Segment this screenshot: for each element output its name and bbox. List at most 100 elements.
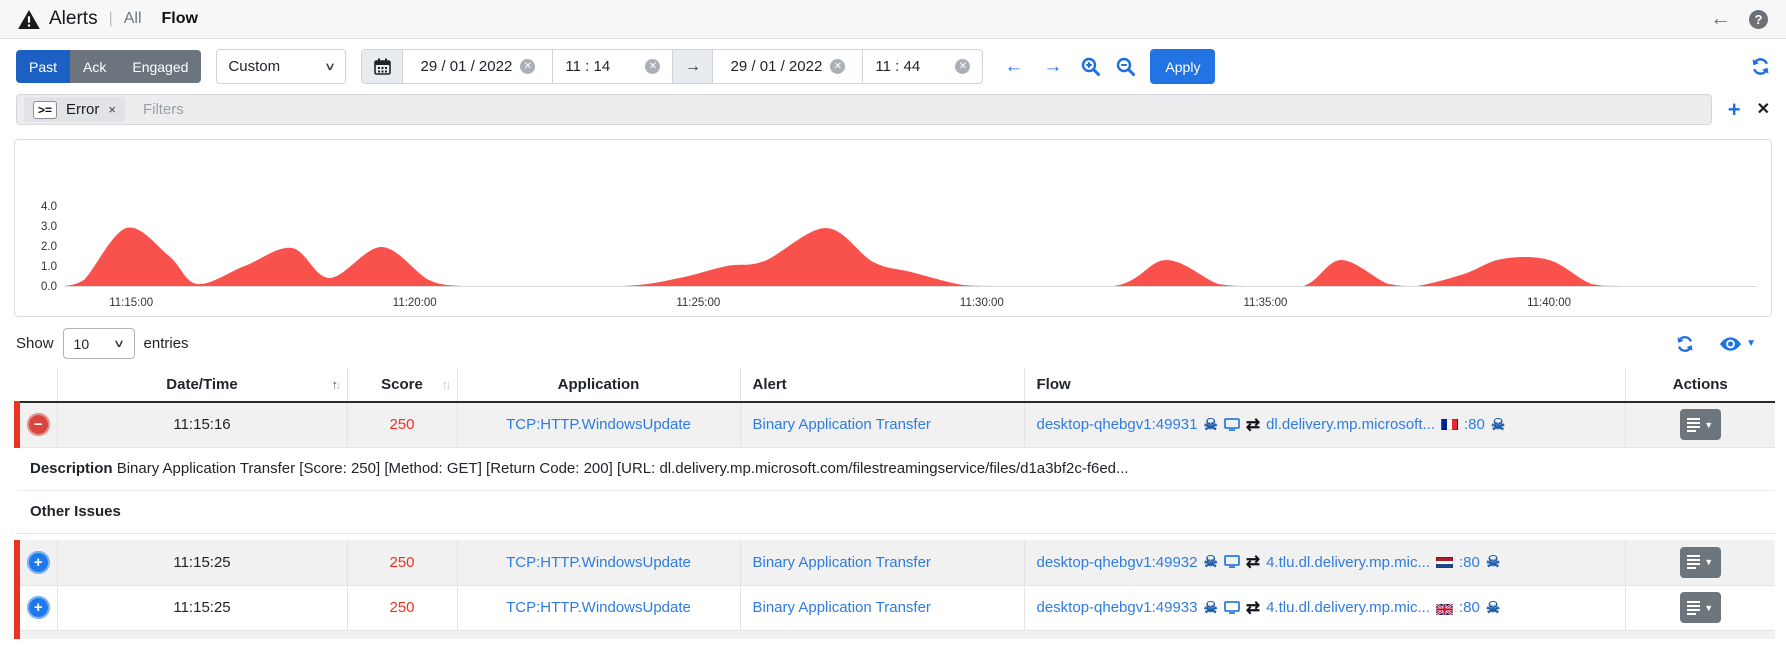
description-label: Description [30, 460, 113, 477]
filter-chip-error[interactable]: >= Error × [24, 97, 125, 122]
time-to-input[interactable]: 11 : 44 ✕ [862, 50, 982, 83]
clear-date-to-icon[interactable]: ✕ [830, 59, 846, 74]
page-title: Alerts [49, 8, 98, 29]
flow-cell: desktop-qhebgv1:49931 ☠ ⇄ dl.delivery.mp… [1037, 415, 1619, 435]
top-bar: Alerts | All Flow ← ? [0, 0, 1786, 39]
segment-ack[interactable]: Ack [70, 50, 120, 83]
filter-chip-remove-icon[interactable]: × [108, 102, 116, 117]
shift-range-forward-icon[interactable]: → [1043, 56, 1062, 78]
shift-range-back-icon[interactable]: ← [1004, 56, 1023, 78]
nav-tab-flow[interactable]: Flow [162, 10, 198, 28]
spacer-row [17, 533, 1775, 540]
apply-button[interactable]: Apply [1150, 49, 1216, 84]
application-link[interactable]: TCP:HTTP.WindowsUpdate [506, 554, 691, 571]
caret-down-icon: ▼ [1704, 557, 1714, 568]
eye-icon [1720, 336, 1742, 351]
host-monitor-icon [1223, 555, 1240, 569]
flow-port-link[interactable]: :80 [1464, 416, 1485, 433]
description-row: Description Binary Application Transfer … [17, 447, 1775, 491]
host-monitor-icon [1223, 600, 1240, 614]
expander-column-header [17, 368, 57, 403]
exchange-arrows-icon: ⇄ [1245, 414, 1261, 434]
segment-past[interactable]: Past [16, 50, 71, 83]
clear-date-from-icon[interactable]: ✕ [520, 59, 536, 74]
expand-row-icon[interactable]: + [26, 596, 50, 619]
flow-destination-link[interactable]: dl.delivery.mp.microsoft... [1266, 416, 1435, 433]
collapse-row-icon[interactable]: − [26, 413, 50, 437]
zoom-out-icon[interactable] [1116, 57, 1136, 76]
calendar-button[interactable] [362, 50, 403, 83]
column-header-datetime[interactable]: Date/Time ↑↓ [56, 368, 347, 403]
alert-state-segments: Past Ack Engaged [16, 50, 202, 83]
application-link[interactable]: TCP:HTTP.WindowsUpdate [506, 599, 691, 616]
alerts-timeline-chart[interactable]: 0.0 1.0 2.0 3.0 4.0 11:15:00 11:20:00 11:25:00 1… [15, 140, 1771, 316]
application-link[interactable]: TCP:HTTP.WindowsUpdate [506, 416, 691, 433]
flow-cell: desktop-qhebgv1:49932 ☠ ⇄ 4.tlu.dl.deliv… [1037, 552, 1619, 572]
table-row: + 11:15:25 250 TCP:HTTP.WindowsUpdate Bi… [14, 540, 1775, 586]
svg-text:11:15:00: 11:15:00 [109, 297, 153, 309]
table-refresh-icon[interactable] [1676, 335, 1694, 353]
help-icon[interactable]: ? [1749, 9, 1768, 29]
threat-skull-icon: ☠ [1485, 554, 1501, 572]
entries-label: entries [143, 335, 189, 352]
clear-time-to-icon[interactable]: ✕ [955, 59, 971, 74]
back-arrow-icon[interactable]: ← [1710, 7, 1731, 31]
show-label: Show [16, 335, 54, 352]
alert-link[interactable]: Binary Application Transfer [753, 416, 931, 433]
time-from-input[interactable]: 11 : 14 ✕ [552, 50, 672, 83]
date-to-input[interactable]: 29 / 01 / 2022 ✕ [712, 50, 862, 83]
expand-row-icon[interactable]: + [26, 550, 50, 574]
flow-destination-link[interactable]: 4.tlu.dl.delivery.mp.mic... [1266, 599, 1430, 616]
time-range-toolbar: Past Ack Engaged Custom ∨ 29 / 01 / 2022… [0, 39, 1786, 93]
filters-placeholder: Filters [142, 101, 184, 118]
filter-chip-operator: >= [33, 100, 58, 119]
cell-datetime: 11:15:25 [56, 540, 347, 586]
column-header-application[interactable]: Application [456, 368, 740, 403]
range-to-button[interactable]: → [672, 50, 713, 83]
country-flag-icon [1436, 556, 1454, 568]
date-from-input[interactable]: 29 / 01 / 2022 ✕ [402, 50, 552, 83]
column-header-score[interactable]: Score ↑↓ [346, 368, 457, 403]
row-actions-button[interactable]: ▼ [1679, 592, 1721, 623]
page-size-select[interactable]: 10 ∨ [62, 328, 135, 359]
add-filter-icon[interactable]: + [1728, 98, 1741, 121]
page-size-value: 10 [73, 335, 90, 352]
flow-port-link[interactable]: :80 [1459, 554, 1480, 571]
flow-port-link[interactable]: :80 [1459, 599, 1480, 616]
zoom-in-icon[interactable] [1081, 57, 1101, 76]
segment-engaged[interactable]: Engaged [119, 50, 202, 83]
filters-input[interactable]: >= Error × Filters [16, 94, 1712, 125]
column-header-flow[interactable]: Flow [1023, 368, 1625, 403]
svg-text:3.0: 3.0 [41, 221, 57, 233]
svg-text:1.0: 1.0 [41, 261, 57, 273]
flow-destination-link[interactable]: 4.tlu.dl.delivery.mp.mic... [1266, 554, 1430, 571]
alert-link[interactable]: Binary Application Transfer [753, 599, 931, 616]
sort-icon[interactable]: ↑↓ [442, 377, 452, 392]
row-actions-button[interactable]: ▼ [1679, 409, 1721, 441]
alert-link[interactable]: Binary Application Transfer [753, 554, 931, 571]
description-text: Binary Application Transfer [Score: 250]… [116, 460, 1129, 477]
country-flag-icon [1441, 419, 1458, 431]
refresh-icon[interactable] [1751, 57, 1770, 76]
sort-icon[interactable]: ↑↓ [332, 377, 342, 392]
range-preset-select[interactable]: Custom ∨ [216, 49, 347, 84]
svg-text:11:30:00: 11:30:00 [960, 297, 1004, 309]
flow-source-link[interactable]: desktop-qhebgv1:49932 [1037, 554, 1198, 571]
column-visibility-control[interactable]: ▼ [1720, 336, 1756, 351]
row-actions-button[interactable]: ▼ [1679, 546, 1721, 578]
clear-time-from-icon[interactable]: ✕ [645, 59, 661, 74]
nav-tab-all[interactable]: All [124, 10, 142, 28]
table-row: + 11:15:25 250 TCP:HTTP.WindowsUpdate Bi… [14, 585, 1775, 631]
list-icon [1687, 555, 1701, 570]
table-row: − 11:15:16 250 TCP:HTTP.WindowsUpdate Bi… [14, 402, 1775, 448]
clear-filters-icon[interactable]: ✕ [1757, 101, 1770, 118]
svg-text:11:25:00: 11:25:00 [676, 297, 720, 309]
other-issues-label: Other Issues [17, 490, 1775, 534]
arrow-right-icon: → [684, 57, 701, 75]
alerts-timeline-chart-card: 0.0 1.0 2.0 3.0 4.0 11:15:00 11:20:00 11:25:00 1… [14, 139, 1772, 317]
table-header-row: Date/Time ↑↓ Score ↑↓ Application Alert … [17, 368, 1775, 403]
flow-source-link[interactable]: desktop-qhebgv1:49931 [1037, 416, 1198, 433]
title-divider: | [108, 10, 113, 27]
flow-source-link[interactable]: desktop-qhebgv1:49933 [1037, 599, 1198, 616]
column-header-alert[interactable]: Alert [739, 368, 1024, 403]
